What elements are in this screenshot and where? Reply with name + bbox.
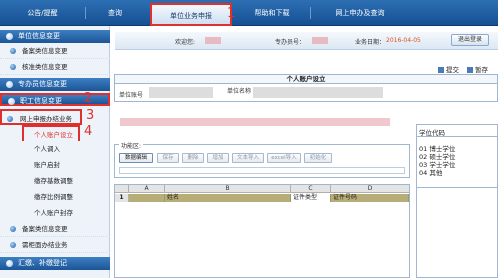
function-area: 功能区: 数据编辑 保存 删除 增加 文本导入 excel导入 初始化 xyxy=(114,141,410,178)
sidebar-item-personal-transfer-in[interactable]: 个人调入 xyxy=(0,141,110,157)
sidebar-item-approval-change[interactable]: 核准类信息变更 xyxy=(0,59,110,75)
business-date-label: 业务日期： xyxy=(355,39,386,46)
info-bar: 欢迎您: 专办员号： 业务日期： 2016-04-05 退出登录 xyxy=(115,32,498,50)
sidebar-item-filing-info-change[interactable]: 备案类信息变更 xyxy=(0,221,110,237)
table-row: 1 姓名 证件类型 证件号码 xyxy=(115,194,409,202)
save-draft-button[interactable]: 暂存 xyxy=(467,64,488,74)
divider xyxy=(417,187,497,188)
save-icon xyxy=(467,67,473,73)
bullet-icon xyxy=(6,81,13,88)
data-edit-button[interactable]: 数据编辑 xyxy=(119,153,153,163)
bullet-icon xyxy=(6,260,13,267)
annotation-number-3: 3 xyxy=(86,108,95,123)
bullet-icon xyxy=(10,48,16,54)
sidebar-item-counter-business[interactable]: 需柜面办结业务 xyxy=(0,237,110,253)
bullet-icon xyxy=(10,226,16,232)
save-button[interactable]: 保存 xyxy=(157,153,179,163)
bullet-icon xyxy=(6,33,13,40)
nav-tab-announcement[interactable]: 公告/提醒 xyxy=(10,0,75,26)
grid-corner-cell xyxy=(115,185,129,193)
business-date-value: 2016-04-05 xyxy=(386,37,421,44)
divider xyxy=(417,136,497,137)
annotation-number-2: 2 xyxy=(84,91,93,106)
agent-label: 专办员号： xyxy=(275,39,306,46)
expand-arrow-icon xyxy=(7,116,13,122)
redacted-agent-id xyxy=(312,37,328,44)
grid-cell-cert-type[interactable]: 证件类型 xyxy=(291,194,331,202)
sidebar-header-payment-registration[interactable]: 汇缴、补缴登记 xyxy=(0,257,110,270)
nav-tab-unit-business[interactable]: 单位业务申报 xyxy=(150,3,232,26)
sidebar-item-filing-change[interactable]: 备案类信息变更 xyxy=(0,43,110,59)
grid-header: A B C D xyxy=(115,185,409,193)
sidebar-item-base-adjust[interactable]: 缴存基数调整 xyxy=(0,173,110,189)
text-import-button[interactable]: 文本导入 xyxy=(232,153,264,163)
submit-icon xyxy=(438,67,444,73)
add-button[interactable]: 增加 xyxy=(207,153,229,163)
unit-account-label: 单位账号 xyxy=(119,92,144,99)
submit-button[interactable]: 提交 xyxy=(438,64,459,74)
nav-tab-query[interactable]: 查询 xyxy=(90,0,140,26)
grid-cell-cert-no[interactable]: 证件号码 xyxy=(331,194,409,202)
form-title: 个人账户设立 xyxy=(114,74,498,84)
sidebar: 单位信息变更 备案类信息变更 核准类信息变更 专办员信息变更 职工信息变更 网上… xyxy=(0,26,110,278)
annotation-number-1: 1 xyxy=(227,6,236,21)
excel-import-button[interactable]: excel导入 xyxy=(267,153,301,163)
nav-separator xyxy=(310,7,311,19)
grid-cell-name[interactable]: 姓名 xyxy=(165,194,291,202)
sidebar-item-account-seal[interactable]: 个人账户封存 xyxy=(0,205,110,221)
column-header-b[interactable]: B xyxy=(165,185,291,193)
initialize-button[interactable]: 初始化 xyxy=(304,153,332,163)
function-area-legend: 功能区: xyxy=(119,141,144,150)
bullet-icon xyxy=(8,98,15,105)
bullet-icon xyxy=(10,64,16,70)
degree-code-panel: 学位代码 01 博士学位 02 硕士学位 03 学士学位 04 其他 xyxy=(416,124,498,278)
data-grid: A B C D 1 姓名 证件类型 证件号码 xyxy=(114,184,410,278)
sidebar-header-agent-info-change[interactable]: 专办员信息变更 xyxy=(0,78,110,91)
redacted-username xyxy=(205,37,221,44)
redacted-banner xyxy=(120,118,390,126)
sidebar-item-personal-account-setup[interactable]: 个人账户设立 xyxy=(22,125,80,141)
delete-button[interactable]: 删除 xyxy=(182,153,204,163)
form-unit-row: 单位账号 单位名称 xyxy=(114,84,498,102)
sidebar-item-account-unseal[interactable]: 账户启封 xyxy=(0,157,110,173)
bullet-icon xyxy=(10,242,16,248)
top-navigation: 公告/提醒 查询 单位业务申报 帮助和下载 网上申办及查询 xyxy=(0,0,498,26)
column-header-c[interactable]: C xyxy=(291,185,331,193)
sidebar-header-employee-info-change[interactable]: 职工信息变更 xyxy=(0,93,110,106)
sidebar-header-unit-info-change[interactable]: 单位信息变更 xyxy=(0,30,110,43)
logout-button[interactable]: 退出登录 xyxy=(451,34,489,46)
nav-separator xyxy=(85,7,86,19)
welcome-label: 欢迎您: xyxy=(175,39,196,46)
annotation-number-4: 4 xyxy=(84,124,93,139)
unit-name-label: 单位名称 xyxy=(227,88,252,95)
column-header-a[interactable]: A xyxy=(129,185,165,193)
status-line-field xyxy=(119,167,405,174)
list-item[interactable]: 04 其他 xyxy=(419,167,442,177)
sidebar-item-online-biz[interactable]: 网上申报办结业务 xyxy=(0,109,82,125)
unit-name-field[interactable] xyxy=(253,87,383,98)
unit-account-field[interactable] xyxy=(149,87,213,98)
row-number: 1 xyxy=(115,194,129,202)
nav-tab-help-download[interactable]: 帮助和下载 xyxy=(240,0,304,26)
grid-cell[interactable] xyxy=(129,194,165,202)
nav-tab-online-apply[interactable]: 网上申办及查询 xyxy=(318,0,402,26)
sidebar-item-ratio-adjust[interactable]: 缴存比例调整 xyxy=(0,189,110,205)
column-header-d[interactable]: D xyxy=(331,185,409,193)
